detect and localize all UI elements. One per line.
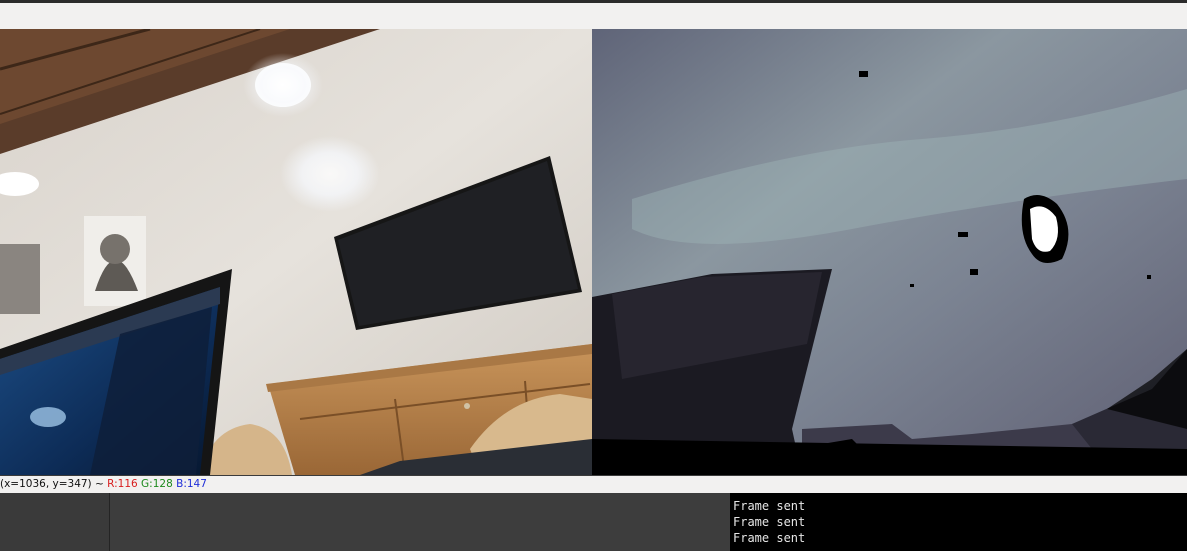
terminal-line: Frame sent bbox=[733, 515, 806, 529]
editor-panel bbox=[110, 493, 730, 551]
pixel-info-status-bar: (x=1036, y=347) ~ R:116 G:128 B:147 bbox=[0, 476, 1187, 493]
depth-map-view[interactable] bbox=[592, 29, 1187, 475]
image-viewer-toolbar bbox=[0, 3, 1187, 30]
terminal-output[interactable]: Frame sent Frame sent Frame sent bbox=[730, 493, 1187, 551]
depth-map-image bbox=[592, 29, 1187, 475]
blue-value: B:147 bbox=[176, 478, 207, 490]
terminal-line: Frame sent bbox=[733, 531, 806, 545]
terminal-line: Frame sent bbox=[733, 499, 806, 513]
green-value: G:128 bbox=[141, 478, 173, 490]
red-value: R:116 bbox=[107, 478, 138, 490]
side-panel bbox=[0, 493, 110, 551]
cursor-coords: (x=1036, y=347) ~ bbox=[0, 478, 104, 490]
rgb-camera-view[interactable] bbox=[0, 29, 592, 475]
rgb-camera-image bbox=[0, 29, 592, 475]
